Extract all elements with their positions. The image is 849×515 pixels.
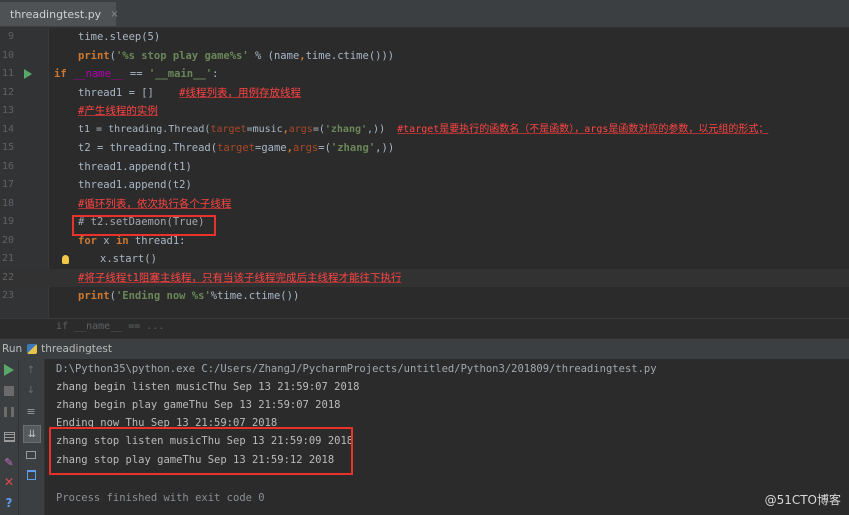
- code-line: 15 t2 = threading.Thread(target=game,arg…: [0, 139, 849, 158]
- line-number: 20: [1, 234, 14, 246]
- line-number: 9: [7, 31, 14, 42]
- line-number: 11: [1, 68, 14, 79]
- line-number: 17: [1, 179, 14, 190]
- pause-icon: [4, 407, 14, 417]
- close-run-button[interactable]: ✕: [2, 475, 16, 489]
- line-number: 21: [1, 253, 14, 264]
- line-number: 23: [1, 290, 14, 301]
- help-button[interactable]: ?: [2, 496, 16, 510]
- line-number: 15: [1, 142, 14, 153]
- code-line: 17 thread1.append(t2): [0, 176, 849, 195]
- run-button[interactable]: [2, 363, 16, 377]
- code-line-current: 22 #将子线程t1阻塞主线程，只有当该子线程完成后主线程才能往下执行: [0, 268, 849, 287]
- print-button[interactable]: [24, 448, 38, 462]
- run-arrow-icon[interactable]: [24, 69, 32, 79]
- run-toolbar-primary: ✎ ✕ ?: [0, 359, 19, 515]
- run-config-name[interactable]: threadingtest: [41, 343, 112, 355]
- code-text: thread1.append(t2): [78, 179, 192, 191]
- soft-wrap-button[interactable]: ≡: [24, 404, 38, 418]
- code-text: print('%s stop play game%s' % (name,time…: [78, 49, 395, 62]
- run-title: Run: [2, 343, 23, 355]
- tab-threadingtest[interactable]: threadingtest.py ×: [0, 2, 119, 26]
- code-text: t1 = threading.Thread(target=music,args=…: [78, 123, 769, 135]
- watermark: @51CTO博客: [764, 493, 841, 507]
- pin-button[interactable]: ✎: [2, 455, 16, 469]
- code-text: x.start(): [100, 253, 157, 265]
- run-toolbar-secondary: ↑ ↓ ≡ ⇊: [19, 359, 45, 515]
- clear-button[interactable]: [24, 468, 38, 482]
- scroll-up-button[interactable]: ↑: [24, 363, 38, 377]
- code-line: 23 print('Ending now %s'%time.ctime()): [0, 287, 849, 306]
- code-line: 16 thread1.append(t1): [0, 158, 849, 177]
- line-number: 22: [1, 271, 14, 283]
- scroll-end-icon: ⇊: [27, 428, 37, 440]
- code-line: 12 thread1 = [] #线程列表，用例存放线程: [0, 84, 849, 103]
- line-number: 19: [1, 216, 14, 227]
- line-number: 18: [1, 197, 14, 209]
- code-line: 14 t1 = threading.Thread(target=music,ar…: [0, 121, 849, 140]
- trash-icon: [26, 470, 36, 480]
- scroll-to-end-button[interactable]: ⇊: [23, 425, 41, 443]
- pin-icon: ✎: [4, 455, 14, 469]
- print-icon: [26, 451, 36, 459]
- line-number: 16: [1, 160, 14, 172]
- code-line: 10 print('%s stop play game%s' % (name,t…: [0, 47, 849, 66]
- code-text: #产生线程的实例: [78, 105, 158, 117]
- console-output[interactable]: D:\Python35\python.exe C:/Users/ZhangJ/P…: [45, 359, 849, 515]
- code-text: if __name__ == '__main__':: [54, 68, 219, 80]
- line-number: 14: [1, 123, 14, 135]
- pause-button[interactable]: [2, 405, 16, 419]
- code-line: 9 time.sleep(5): [0, 28, 849, 47]
- line-number: 10: [1, 49, 14, 61]
- arrow-up-icon: ↑: [26, 364, 36, 376]
- python-file-icon: [27, 344, 38, 354]
- close-icon: ✕: [3, 475, 15, 489]
- line-number: 12: [1, 86, 14, 98]
- grid-icon: [3, 432, 15, 442]
- code-text: thread1.append(t1): [78, 160, 192, 173]
- console-line: zhang begin listen musicThu Sep 13 21:59…: [56, 381, 360, 393]
- code-editor[interactable]: 9 time.sleep(5) 10 print('%s stop play g…: [0, 28, 849, 318]
- highlight-box-stop-output: [49, 427, 353, 475]
- line-number: 13: [1, 105, 14, 116]
- help-icon: ?: [5, 496, 13, 510]
- console-line: zhang begin play gameThu Sep 13 21:59:07…: [56, 399, 341, 411]
- code-text: #将子线程t1阻塞主线程，只有当该子线程完成后主线程才能往下执行: [78, 271, 402, 284]
- close-icon[interactable]: ×: [110, 9, 118, 20]
- code-text: time.sleep(5): [78, 31, 161, 43]
- editor-tab-bar: threadingtest.py ×: [0, 0, 849, 28]
- highlight-box-setdaemon: [72, 215, 216, 236]
- code-line: 13 #产生线程的实例: [0, 102, 849, 121]
- stop-button[interactable]: [2, 384, 16, 398]
- wrap-icon: ≡: [26, 404, 36, 418]
- code-line: 21 x.start(): [0, 250, 849, 269]
- play-icon: [4, 364, 14, 376]
- lightbulb-icon[interactable]: [62, 255, 69, 264]
- scroll-down-button[interactable]: ↓: [24, 383, 38, 397]
- stop-icon: [4, 386, 14, 396]
- layout-button[interactable]: [2, 430, 16, 444]
- code-line: 18 #循环列表，依次执行各个子线程: [0, 195, 849, 214]
- breadcrumb-bar: if __name__ == ...: [0, 318, 849, 337]
- tab-label: threadingtest.py: [10, 7, 102, 21]
- code-text: thread1 = [] #线程列表，用例存放线程: [78, 86, 301, 99]
- code-text: t2 = threading.Thread(target=game,args=(…: [78, 142, 395, 154]
- code-text: print('Ending now %s'%time.ctime()): [78, 290, 300, 302]
- run-panel-header: Run threadingtest: [0, 338, 849, 360]
- console-line: Process finished with exit code 0: [56, 492, 265, 504]
- console-line: D:\Python35\python.exe C:/Users/ZhangJ/P…: [56, 363, 657, 375]
- arrow-down-icon: ↓: [26, 384, 36, 396]
- code-line: 11 if __name__ == '__main__':: [0, 65, 849, 84]
- code-text: #循环列表，依次执行各个子线程: [78, 197, 232, 210]
- breadcrumb[interactable]: if __name__ == ...: [56, 321, 164, 332]
